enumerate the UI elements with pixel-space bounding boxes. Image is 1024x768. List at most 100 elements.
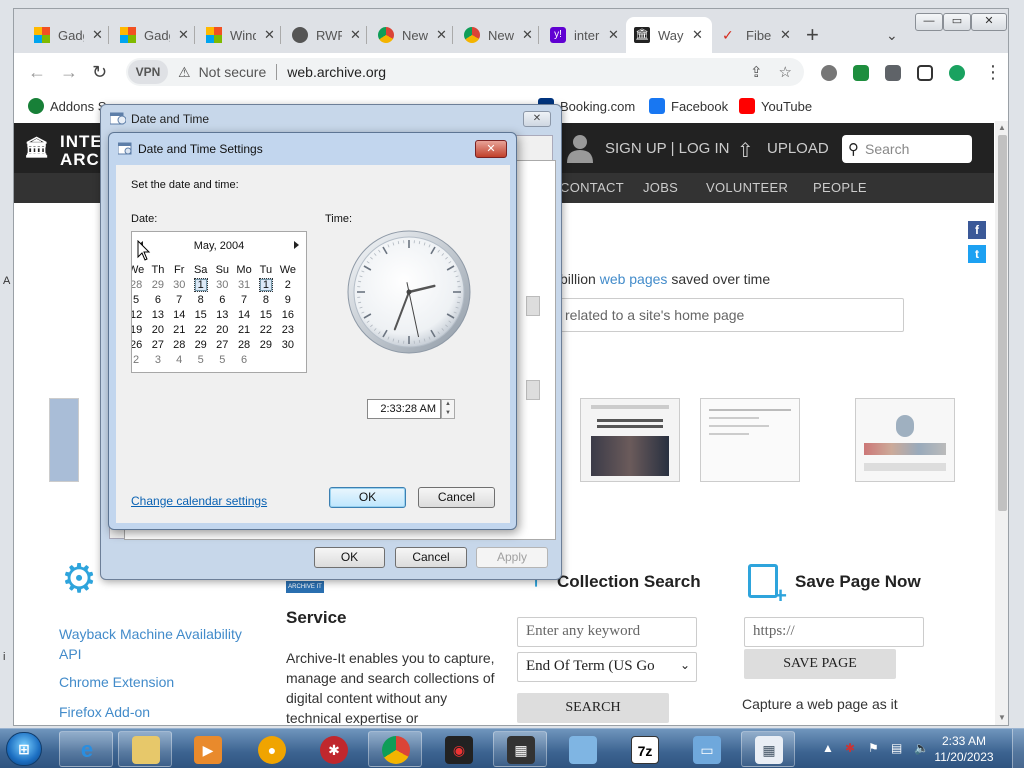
minimize-button[interactable]: —	[915, 13, 943, 31]
next-month-icon[interactable]	[294, 241, 299, 249]
tab-new-2[interactable]: New Tab ✕	[456, 17, 541, 53]
page-scrollbar[interactable]: ▲ ▼	[995, 121, 1008, 725]
hidden-button-edge[interactable]	[526, 380, 540, 400]
apply-button[interactable]: Apply	[476, 547, 548, 568]
tray-volume-mute-icon[interactable]: 🔈	[914, 741, 929, 755]
tray-expand-icon[interactable]: ▲	[822, 741, 834, 755]
calendar-day[interactable]: 28	[233, 337, 255, 352]
calendar-day[interactable]: 16	[277, 307, 299, 322]
calendar-day[interactable]: 30	[169, 277, 190, 292]
tray-app-icon[interactable]: ✱	[845, 741, 855, 755]
close-window-button[interactable]: ✕	[971, 13, 1007, 31]
taskbar-app[interactable]: ✱	[306, 731, 360, 767]
calendar-day[interactable]: 19	[132, 322, 147, 337]
availability-api-link[interactable]: Wayback Machine Availability API	[59, 624, 259, 664]
extension-shield-icon[interactable]	[821, 65, 837, 81]
puzzle-extensions-icon[interactable]	[885, 65, 901, 81]
change-calendar-settings-link[interactable]: Change calendar settings	[131, 494, 267, 508]
tab-close-icon[interactable]: ✕	[522, 27, 533, 43]
taskbar-remote[interactable]: ▭	[679, 731, 733, 767]
nav-contact[interactable]: CONTACT	[560, 180, 624, 195]
time-spinner[interactable]: ▲ ▼	[441, 399, 455, 419]
tab-wayback-active[interactable]: 🏛 Wayback ✕	[626, 17, 712, 53]
calendar-day[interactable]: 14	[169, 307, 190, 322]
taskbar-media[interactable]: ▶	[180, 731, 234, 767]
archive-search-input[interactable]: ⚲ Search	[842, 135, 972, 163]
side-panel-icon[interactable]	[917, 65, 933, 81]
tab-close-icon[interactable]: ✕	[780, 27, 791, 43]
calendar-day[interactable]: 8	[190, 292, 212, 307]
cancel-button[interactable]: Cancel	[395, 547, 467, 568]
bookmark-facebook[interactable]: Facebook	[649, 98, 728, 114]
facebook-share-icon[interactable]: f	[968, 221, 986, 239]
calendar-day[interactable]: 14	[233, 307, 255, 322]
nav-people[interactable]: PEOPLE	[813, 180, 867, 195]
calendar-day[interactable]: 29	[190, 337, 212, 352]
calendar-day[interactable]: 13	[212, 307, 234, 322]
calendar-day[interactable]: 31	[233, 277, 255, 292]
tab-close-icon[interactable]: ✕	[692, 27, 703, 43]
nav-jobs[interactable]: JOBS	[643, 180, 678, 195]
tab-windows[interactable]: Windows ✕	[198, 17, 283, 53]
calendar-day[interactable]: 15	[255, 307, 277, 322]
scroll-down-icon[interactable]: ▼	[998, 713, 1006, 722]
archive-logo-icon[interactable]: 🏛	[24, 135, 49, 160]
calendar-day[interactable]: 13	[147, 307, 168, 322]
tab-close-icon[interactable]: ✕	[350, 27, 361, 43]
taskbar-explorer[interactable]	[118, 731, 172, 767]
taskbar-ie[interactable]: e	[59, 731, 113, 767]
upload-icon[interactable]: ⇧	[737, 138, 754, 163]
calendar-day[interactable]	[255, 352, 277, 367]
calendar-day[interactable]: 21	[233, 322, 255, 337]
back-arrow-icon[interactable]: ←	[28, 62, 46, 82]
tray-action-center-icon[interactable]: ⚑	[868, 741, 879, 755]
calendar-day[interactable]: 22	[190, 322, 212, 337]
vpn-icon[interactable]: VPN	[128, 60, 168, 84]
collection-keyword-input[interactable]: Enter any keyword	[517, 617, 697, 647]
show-desktop-button[interactable]	[1012, 729, 1024, 768]
taskbar-clock[interactable]: 2:33 AM 11/20/2023	[932, 733, 996, 765]
calendar-day[interactable]: 5	[132, 292, 147, 307]
calendar-day[interactable]: 6	[147, 292, 168, 307]
forward-arrow-icon[interactable]: →	[60, 62, 78, 82]
calendar-day[interactable]: 2	[277, 277, 299, 292]
taskbar-notepad[interactable]	[555, 731, 609, 767]
calendar-day[interactable]: 28	[132, 277, 147, 292]
hidden-button-edge[interactable]	[526, 296, 540, 316]
new-tab-button[interactable]: +	[806, 23, 819, 47]
tab-rwf[interactable]: RWF ✕	[284, 17, 369, 53]
bookmark-addons[interactable]: Addons S	[28, 98, 106, 114]
calendar-day[interactable]: 26	[132, 337, 147, 352]
address-bar[interactable]: VPN ⚠ Not secure web.archive.org ⇪ ☆	[126, 58, 804, 86]
upload-link[interactable]: UPLOAD	[767, 140, 829, 157]
tab-close-icon[interactable]: ✕	[264, 27, 275, 43]
calendar-day[interactable]: 23	[277, 322, 299, 337]
tab-new-1[interactable]: New Tab ✕	[370, 17, 455, 53]
save-page-button[interactable]: SAVE PAGE	[744, 649, 896, 679]
calendar-day[interactable]	[277, 352, 299, 367]
calendar-day[interactable]: 22	[255, 322, 277, 337]
profile-shield-icon[interactable]	[949, 65, 965, 81]
calendar-day[interactable]: 20	[212, 322, 234, 337]
taskbar-recorder[interactable]: ◉	[431, 731, 485, 767]
calendar-control[interactable]: May, 2004 We Th Fr Sa Su Mo Tu We 28 29	[131, 231, 307, 373]
twitter-share-icon[interactable]: t	[968, 245, 986, 263]
calendar-day[interactable]: 15	[190, 307, 212, 322]
collection-select[interactable]: End Of Term (US Go ⌄	[517, 652, 697, 682]
nav-volunteer[interactable]: VOLUNTEER	[706, 180, 788, 195]
calendar-day[interactable]: 2	[132, 352, 147, 367]
adblock-icon[interactable]	[853, 65, 869, 81]
tab-internet[interactable]: y! internet ✕	[542, 17, 627, 53]
calendar-day[interactable]: 29	[255, 337, 277, 352]
scrollbar-thumb[interactable]	[998, 135, 1007, 511]
calendar-day[interactable]: 29	[147, 277, 168, 292]
url-text[interactable]: web.archive.org	[287, 64, 386, 80]
web-pages-link[interactable]: web pages	[600, 271, 668, 287]
user-icon[interactable]	[566, 133, 594, 163]
taskbar-gadget[interactable]: ▦	[493, 731, 547, 767]
tab-close-icon[interactable]: ✕	[608, 27, 619, 43]
collection-search-button[interactable]: SEARCH	[517, 693, 669, 723]
tray-network-icon[interactable]: ▤	[891, 741, 902, 755]
security-status[interactable]: Not secure	[199, 64, 267, 80]
calendar-day[interactable]: 3	[147, 352, 168, 367]
